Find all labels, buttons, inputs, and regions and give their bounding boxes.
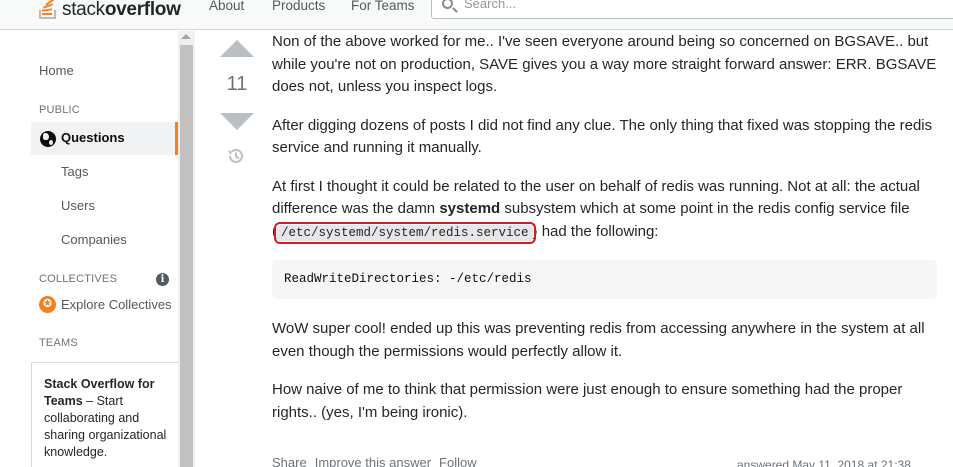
teams-promo[interactable]: Stack Overflow for Teams – Start collabo… (31, 362, 181, 467)
search-icon (442, 0, 453, 9)
downvote-button[interactable] (220, 113, 254, 130)
answered-timestamp: answered May 11, 2018 at 21:38 (737, 458, 911, 467)
nav-products[interactable]: Products (272, 0, 325, 13)
search-box[interactable] (431, 0, 953, 19)
code-block: ReadWriteDirectories: -/etc/redis (272, 260, 937, 299)
answer-paragraph: After digging dozens of posts I did not … (272, 116, 933, 157)
left-sidebar: Home PUBLIC Questions Tags Users Compani… (0, 31, 181, 467)
inline-code-path: /etc/systemd/system/redis.service (274, 221, 536, 244)
scroll-up-arrow-icon[interactable] (181, 34, 191, 39)
answer-paragraph: WoW super cool! ended up this was preven… (272, 320, 925, 360)
sidebar-item-questions[interactable]: Questions (31, 122, 178, 155)
post-actions: Share Improve this answer Follow (272, 455, 485, 467)
search-input[interactable] (464, 0, 864, 11)
answer-paragraph: Non of the above worked for me.. I've se… (272, 33, 937, 95)
info-icon[interactable]: i (156, 273, 169, 286)
sidebar-heading-collectives: COLLECTIVES (39, 273, 118, 285)
improve-answer-link[interactable]: Improve this answer (315, 455, 431, 467)
globe-icon (40, 131, 56, 147)
sidebar-heading-public: PUBLIC (39, 104, 80, 116)
bold-systemd: systemd (439, 200, 501, 217)
logo-text: stackoverflow (62, 0, 181, 20)
sidebar-item-home[interactable]: Home (39, 63, 74, 78)
sidebar-item-tags[interactable]: Tags (61, 164, 88, 179)
sidebar-item-users[interactable]: Users (61, 198, 95, 213)
stackoverflow-logo[interactable]: stackoverflow (38, 0, 181, 20)
vote-count: 11 (226, 73, 248, 95)
collectives-star-icon: ✪ (39, 296, 56, 313)
follow-link[interactable]: Follow (439, 455, 477, 467)
upvote-button[interactable] (220, 40, 254, 57)
top-bar: stackoverflow About Products For Teams (0, 0, 953, 30)
nav-about[interactable]: About (209, 0, 244, 13)
sidebar-heading-teams: TEAMS (39, 337, 78, 349)
history-icon[interactable] (226, 146, 246, 166)
answer-paragraph: How naive of me to think that permission… (272, 381, 903, 421)
answer-paragraph: At first I thought it could be related t… (272, 177, 920, 244)
stackoverflow-logo-icon (38, 0, 58, 20)
sidebar-item-explore-collectives[interactable]: Explore Collectives (61, 297, 172, 312)
sidebar-item-label: Questions (61, 130, 125, 145)
scrollbar-thumb[interactable] (180, 45, 193, 467)
share-link[interactable]: Share (272, 455, 307, 467)
nav-for-teams[interactable]: For Teams (351, 0, 415, 13)
answer-body: Non of the above worked for me.. I've se… (272, 31, 937, 440)
sidebar-item-companies[interactable]: Companies (61, 232, 127, 247)
